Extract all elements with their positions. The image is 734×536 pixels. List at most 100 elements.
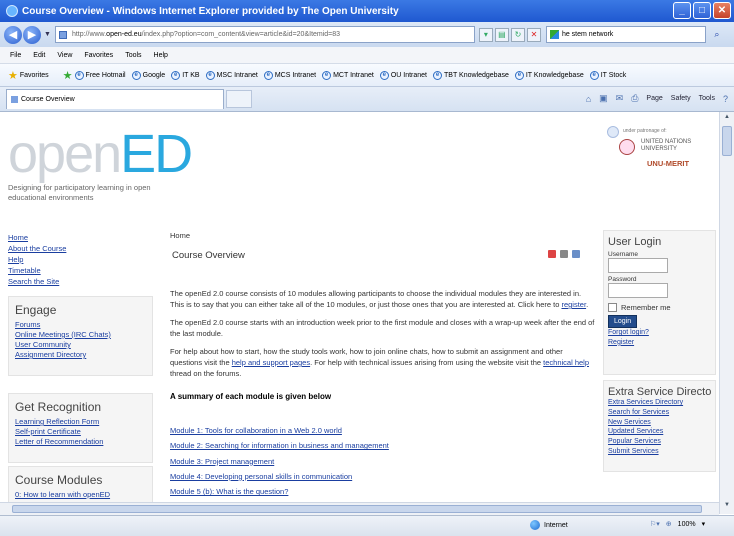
menu-help[interactable]: Help xyxy=(154,52,168,59)
unu-line1: UNITED NATIONS xyxy=(641,139,692,145)
technical-help-link[interactable]: technical help xyxy=(543,358,589,367)
feeds-icon[interactable]: ▣ xyxy=(599,93,608,104)
ie-page-icon: e xyxy=(514,70,524,80)
password-field[interactable] xyxy=(608,283,668,298)
module-link[interactable]: Module 5 (b): What is the question? xyxy=(170,484,595,499)
link-google[interactable]: e Google xyxy=(131,70,165,80)
extra-link-directory[interactable]: Extra Services Directory xyxy=(608,398,711,408)
recognition-link-letter[interactable]: Letter of Recommendation xyxy=(15,437,146,447)
search-icon[interactable]: ⌕ xyxy=(710,26,724,43)
nav-help[interactable]: Help xyxy=(8,254,66,265)
new-tab-button[interactable] xyxy=(226,90,252,108)
link-it-knowledgebase[interactable]: e IT Knowledgebase xyxy=(514,70,584,80)
menu-edit[interactable]: Edit xyxy=(33,52,45,59)
module-link[interactable]: Module 2: Searching for information in b… xyxy=(170,438,595,453)
home-icon[interactable]: ⌂ xyxy=(586,94,591,104)
address-field[interactable]: http://www. open-ed.eu/index.php?option=c… xyxy=(54,26,475,43)
register-link[interactable]: Register xyxy=(608,338,711,348)
compatibility-icon[interactable]: ▤ xyxy=(494,27,509,42)
link-mcs-intranet[interactable]: e MCS Intranet xyxy=(263,70,316,80)
maximize-button[interactable]: □ xyxy=(693,2,711,19)
address-dropdown-icon[interactable]: ▾ xyxy=(478,27,493,42)
recognition-link-certificate[interactable]: Self-print Certificate xyxy=(15,427,146,437)
ie-page-icon: e xyxy=(379,70,389,80)
link-tbt-knowledgebase[interactable]: e TBT Knowledgebase xyxy=(433,70,509,80)
page-content: openED Designing for participatory learn… xyxy=(0,112,719,514)
minimize-button[interactable]: _ xyxy=(673,2,691,19)
print-icon[interactable] xyxy=(560,250,568,258)
history-dropdown-icon[interactable]: ▼ xyxy=(44,31,51,38)
nav-timetable[interactable]: Timetable xyxy=(8,265,66,276)
remember-checkbox[interactable] xyxy=(608,303,617,312)
link-label: Free Hotmail xyxy=(85,71,126,79)
nav-home[interactable]: Home xyxy=(8,232,66,243)
para3-text-b: . For help with technical issues arising… xyxy=(310,358,544,367)
vertical-scrollbar[interactable]: ▲ ▼ xyxy=(719,112,734,514)
print-icon[interactable]: ⎙ xyxy=(631,93,638,104)
extra-link-popular[interactable]: Popular Services xyxy=(608,437,711,447)
stop-icon[interactable]: ✕ xyxy=(526,27,541,42)
link-label: MCT Intranet xyxy=(333,71,374,79)
engage-link-assignments[interactable]: Assignment Directory xyxy=(15,350,146,360)
module-link[interactable]: Module 3: Project management xyxy=(170,454,595,469)
email-icon[interactable] xyxy=(572,250,580,258)
extra-link-new[interactable]: New Services xyxy=(608,418,711,428)
module-link[interactable]: Module 1: Tools for collaboration in a W… xyxy=(170,423,595,438)
scroll-down-icon[interactable]: ▼ xyxy=(722,502,732,512)
nav-about[interactable]: About the Course xyxy=(8,243,66,254)
link-label: OU Intranet xyxy=(390,71,427,79)
link-free-hotmail[interactable]: e Free Hotmail xyxy=(74,70,126,80)
horizontal-scrollbar[interactable] xyxy=(0,502,719,515)
close-button[interactable]: ✕ xyxy=(713,2,731,19)
vertical-scroll-thumb[interactable] xyxy=(722,126,732,156)
engage-link-forums[interactable]: Forums xyxy=(15,320,146,330)
login-button[interactable]: Login xyxy=(608,315,638,328)
menu-tools[interactable]: Tools xyxy=(125,52,141,59)
safety-menu[interactable]: Safety xyxy=(671,95,691,102)
pdf-icon[interactable] xyxy=(548,250,556,258)
zoom-control[interactable]: ⚐▾ ⊕ 100% ▾ xyxy=(650,520,706,529)
horizontal-scroll-thumb[interactable] xyxy=(12,505,702,513)
help-support-link[interactable]: help and support pages xyxy=(232,358,310,367)
menu-view[interactable]: View xyxy=(57,52,72,59)
zoom-icon: ⊕ xyxy=(665,521,672,528)
search-input[interactable]: he stem network xyxy=(545,26,706,43)
username-field[interactable] xyxy=(608,258,668,273)
page-menu[interactable]: Page xyxy=(646,95,662,102)
add-favorite-icon[interactable]: ★ xyxy=(63,69,73,82)
course-module-link[interactable]: 0: How to learn with openED xyxy=(15,490,146,500)
link-msc-intranet[interactable]: e MSC Intranet xyxy=(205,70,258,80)
back-button[interactable]: ◀ xyxy=(4,25,22,44)
tools-menu[interactable]: Tools xyxy=(699,95,715,102)
link-ou-intranet[interactable]: e OU Intranet xyxy=(379,70,427,80)
security-zone[interactable]: Internet xyxy=(530,520,568,530)
help-icon[interactable]: ? xyxy=(723,94,728,104)
refresh-icon[interactable]: ↻ xyxy=(510,27,525,42)
menu-favorites[interactable]: Favorites xyxy=(84,52,113,59)
register-link[interactable]: register xyxy=(561,300,586,309)
protected-mode-icon[interactable]: ⚐▾ xyxy=(650,520,660,528)
link-it-kb[interactable]: e IT KB xyxy=(171,70,200,80)
module-link[interactable]: Module 4: Developing personal skills in … xyxy=(170,469,595,484)
unu-emblem-icon xyxy=(619,139,635,155)
extra-link-submit[interactable]: Submit Services xyxy=(608,447,711,457)
menu-file[interactable]: File xyxy=(10,52,21,59)
read-mail-icon[interactable]: ✉ xyxy=(616,93,624,104)
zoom-dropdown-icon[interactable]: ▾ xyxy=(702,520,706,528)
engage-link-community[interactable]: User Community xyxy=(15,340,146,350)
logo-suffix: ED xyxy=(120,124,193,184)
recognition-link-reflection[interactable]: Learning Reflection Form xyxy=(15,417,146,427)
logo-prefix: open xyxy=(8,124,122,184)
forward-button[interactable]: ▶ xyxy=(23,25,41,44)
scroll-up-icon[interactable]: ▲ xyxy=(722,114,732,124)
unu-merit-logo[interactable]: under patronage of: UNITED NATIONS UNIVER… xyxy=(607,126,712,196)
tab-course-overview[interactable]: Course Overview xyxy=(6,89,224,109)
extra-link-updated[interactable]: Updated Services xyxy=(608,427,711,437)
engage-link-meetings[interactable]: Online Meetings (IRC Chats) xyxy=(15,330,146,340)
nav-search[interactable]: Search the Site xyxy=(8,276,66,287)
extra-link-search[interactable]: Search for Services xyxy=(608,408,711,418)
link-mct-intranet[interactable]: e MCT Intranet xyxy=(322,70,374,80)
forgot-login-link[interactable]: Forgot login? xyxy=(608,328,711,338)
favorites-button[interactable]: Favorites xyxy=(20,72,49,79)
link-it-stock[interactable]: e IT Stock xyxy=(589,70,626,80)
